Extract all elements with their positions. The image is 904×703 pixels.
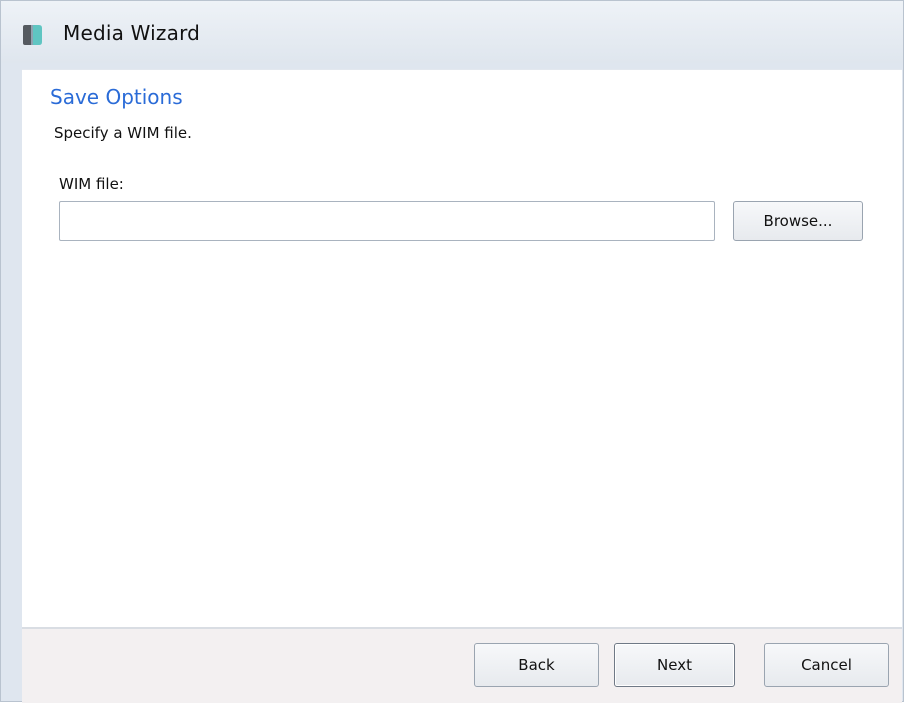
media-wizard-window: Media Wizard Save Options Specify a WIM … xyxy=(0,0,904,703)
title-bar: Media Wizard xyxy=(1,1,903,63)
wim-file-input[interactable] xyxy=(59,201,715,241)
browse-button[interactable]: Browse... xyxy=(733,201,863,241)
wizard-content: Save Options Specify a WIM file. WIM fil… xyxy=(22,69,902,628)
cancel-button[interactable]: Cancel xyxy=(764,643,889,687)
next-button[interactable]: Next xyxy=(614,643,735,687)
wizard-footer: Back Next Cancel xyxy=(22,627,902,703)
window-title: Media Wizard xyxy=(63,21,201,45)
back-button[interactable]: Back xyxy=(474,643,599,687)
wim-file-label: WIM file: xyxy=(59,175,124,193)
page-title: Save Options xyxy=(50,85,183,109)
page-subtitle: Specify a WIM file. xyxy=(54,124,192,142)
media-wizard-app-icon xyxy=(21,24,43,46)
